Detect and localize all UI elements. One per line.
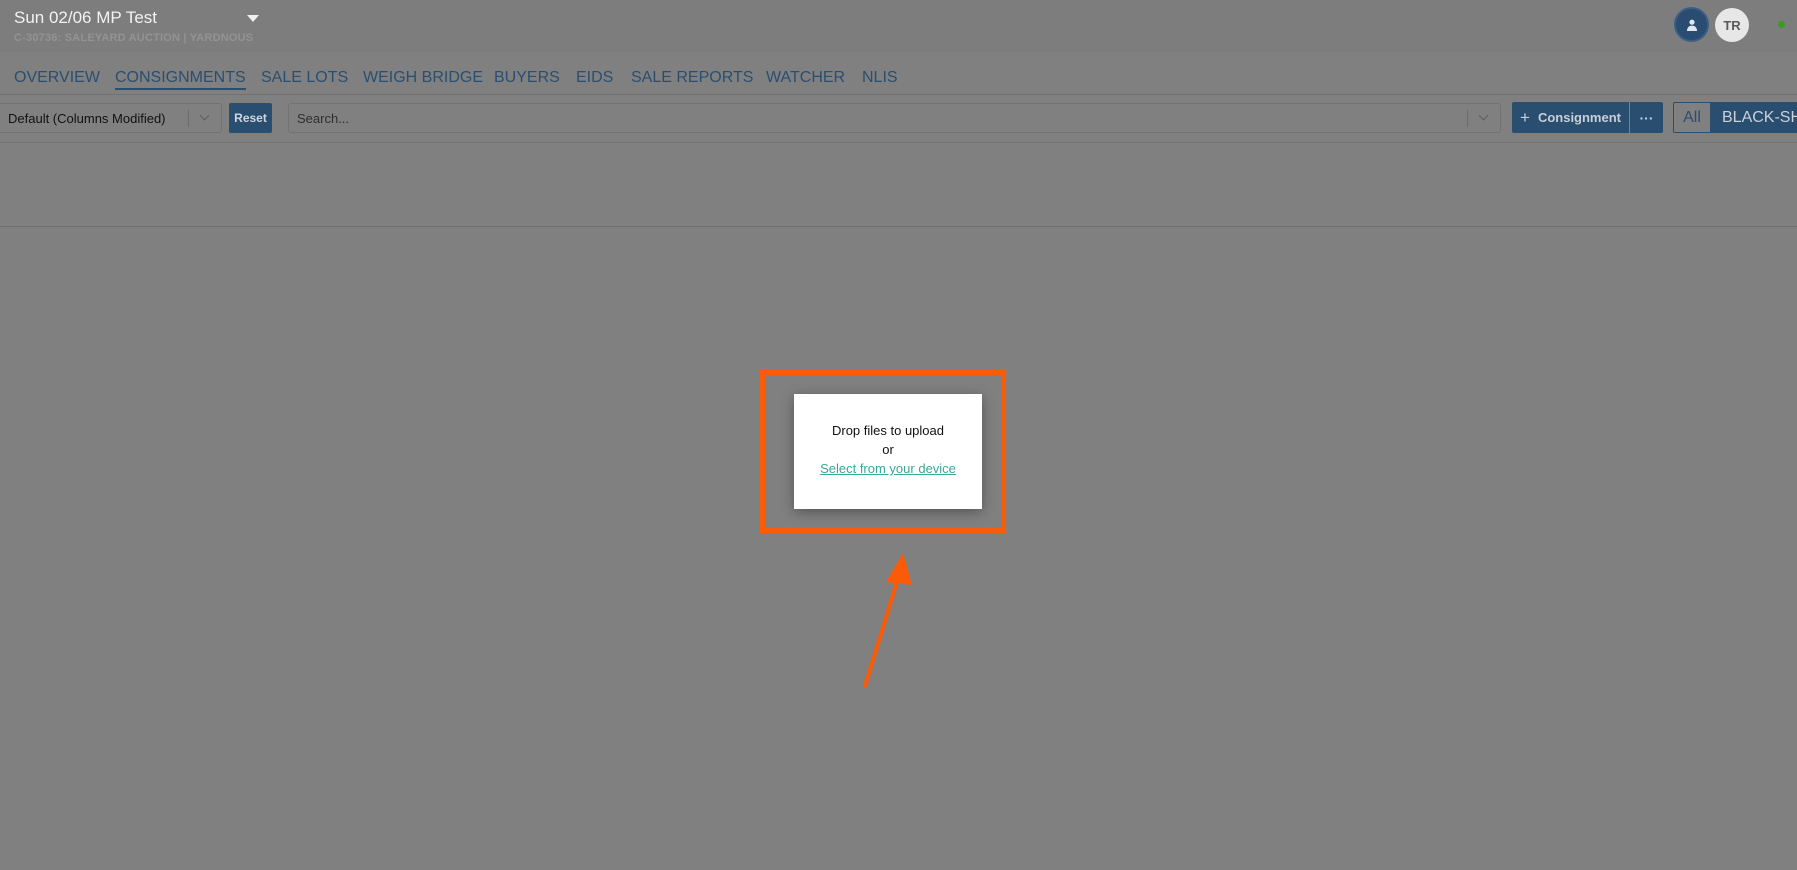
more-actions-button[interactable]: ···: [1630, 102, 1663, 133]
annotation-arrow-icon: [863, 553, 912, 688]
tab-watcher[interactable]: WATCHER: [766, 69, 845, 87]
file-upload-dialog[interactable]: Drop files to upload or Select from your…: [794, 394, 982, 509]
chevron-down-icon[interactable]: [1478, 110, 1489, 121]
caret-down-icon[interactable]: [247, 15, 259, 22]
drop-files-text: Drop files to upload: [831, 423, 944, 438]
avatar[interactable]: TR: [1715, 8, 1749, 42]
select-from-device-link[interactable]: Select from your device: [794, 461, 982, 476]
tab-overview[interactable]: OVERVIEW: [14, 69, 100, 87]
online-status-dot: [1778, 21, 1785, 28]
chevron-down-icon[interactable]: [199, 110, 210, 121]
user-menu-button[interactable]: [1674, 7, 1709, 42]
reset-button[interactable]: Reset: [229, 103, 272, 133]
add-consignment-label: Consignment: [1537, 110, 1621, 125]
tab-weigh-bridge[interactable]: WEIGH BRIDGE: [363, 69, 483, 87]
filter-species-button[interactable]: BLACK-SHEEP: [1711, 102, 1797, 133]
filter-all-button[interactable]: All: [1673, 102, 1711, 133]
plus-icon: +: [1520, 108, 1530, 127]
or-text: or: [882, 442, 894, 457]
tab-eids[interactable]: EIDS: [576, 69, 613, 87]
column-view-select[interactable]: Default (Columns Modified): [0, 103, 222, 133]
main-tabs: OVERVIEW CONSIGNMENTS SALE LOTS WEIGH BR…: [0, 52, 1797, 95]
user-icon: [1686, 19, 1697, 31]
filter-panel: [0, 143, 1797, 227]
top-header: Sun 02/06 MP Test C-30736: SALEYARD AUCT…: [0, 0, 1797, 52]
tab-buyers[interactable]: BUYERS: [494, 69, 560, 87]
column-view-value: Default (Columns Modified): [8, 111, 166, 126]
tab-consignments[interactable]: CONSIGNMENTS: [115, 69, 246, 90]
tab-nlis[interactable]: NLIS: [862, 69, 898, 87]
search-divider: [1467, 110, 1468, 127]
tab-sale-reports[interactable]: SALE REPORTS: [631, 69, 753, 87]
search-box[interactable]: [288, 103, 1501, 133]
grid-toolbar: Default (Columns Modified) Reset + Consi…: [0, 95, 1797, 143]
tab-sale-lots[interactable]: SALE LOTS: [261, 69, 348, 87]
select-divider: [188, 110, 189, 127]
sale-title[interactable]: Sun 02/06 MP Test: [14, 8, 157, 28]
search-input[interactable]: [297, 110, 1447, 127]
sale-subtitle: C-30736: SALEYARD AUCTION | YARDNOUS: [14, 32, 254, 44]
add-consignment-button[interactable]: + Consignment: [1512, 102, 1629, 133]
